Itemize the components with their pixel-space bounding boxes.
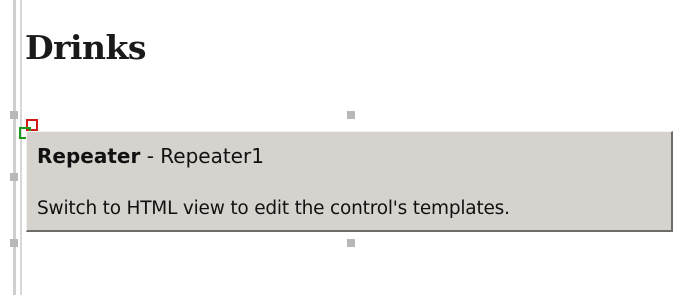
control-title: Repeater - Repeater1 [37, 144, 264, 168]
repeater-control-placeholder[interactable]: Repeater - Repeater1 Switch to HTML view… [26, 131, 673, 232]
page-heading[interactable]: Drinks [25, 28, 146, 67]
designer-guide-line [13, 0, 16, 295]
title-separator: - [140, 144, 161, 168]
resize-handle-middle-left[interactable] [10, 173, 18, 181]
resize-handle-bottom-left[interactable] [10, 239, 18, 247]
designer-guide-line [20, 0, 22, 295]
control-type-label: Repeater [37, 144, 141, 168]
resize-handle-bottom-middle[interactable] [347, 239, 355, 247]
resize-handle-top-left[interactable] [10, 111, 18, 119]
control-instance-id: Repeater1 [160, 144, 264, 168]
resize-handle-top-middle[interactable] [347, 111, 355, 119]
design-surface[interactable]: Drinks Repeater - Repeater1 Switch to HT… [0, 0, 684, 295]
control-message: Switch to HTML view to edit the control'… [37, 198, 510, 219]
